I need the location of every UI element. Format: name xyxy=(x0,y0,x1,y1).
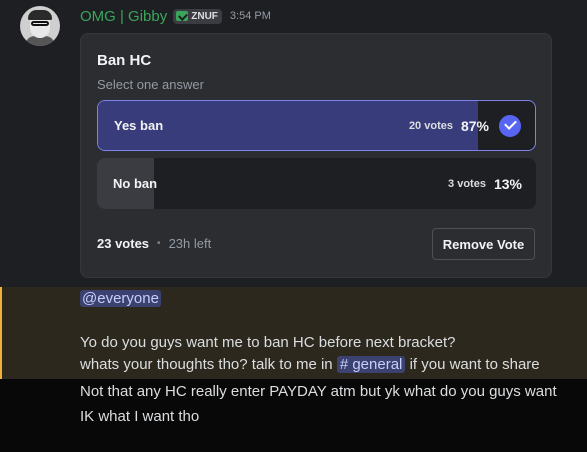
everyone-mention[interactable]: @everyone xyxy=(80,290,161,307)
message-header: OMG | Gibby ZNUF 3:54 PM xyxy=(80,7,271,25)
poll-time-left: 23h left xyxy=(168,236,212,251)
checkmark-icon xyxy=(499,114,521,137)
poll-total-votes[interactable]: 23 votes xyxy=(97,236,149,251)
poll-question: Ban HC xyxy=(97,52,152,69)
poll-answer-label: No ban xyxy=(113,176,158,191)
message-mention-line: @everyone xyxy=(80,290,161,307)
poll-answer-percent: 87% xyxy=(460,117,489,134)
leaf-icon xyxy=(176,11,189,21)
avatar[interactable] xyxy=(20,6,60,46)
message-line-1: Yo do you guys want me to ban HC before … xyxy=(80,334,456,351)
poll-answer-percent: 13% xyxy=(493,175,522,192)
poll-card: Ban HC Select one answer Yes ban 20 vote… xyxy=(80,33,552,278)
guild-tag-label: ZNUF xyxy=(191,10,218,22)
username[interactable]: OMG | Gibby xyxy=(80,8,167,25)
separator-dot: • xyxy=(157,238,161,249)
timestamp[interactable]: 3:54 PM xyxy=(230,10,271,22)
guild-tag[interactable]: ZNUF xyxy=(173,8,222,24)
poll-answer-no[interactable]: No ban 3 votes 13% xyxy=(97,158,536,209)
poll-footer: 23 votes • 23h left xyxy=(97,236,211,251)
message-line-4: IK what I want tho xyxy=(80,408,200,425)
message-line-2-prefix: whats your thoughts tho? talk to me in xyxy=(80,356,333,373)
poll-answer-label: Yes ban xyxy=(114,118,164,133)
poll-answer-yes[interactable]: Yes ban 20 votes 87% xyxy=(97,100,536,151)
message-line-2: whats your thoughts tho? talk to me in #… xyxy=(80,356,540,373)
message-line-2-suffix: if you want to share xyxy=(409,356,540,373)
poll-answer-votes: 20 votes xyxy=(408,119,453,132)
channel-mention[interactable]: # general xyxy=(336,356,406,373)
poll-answer-votes: 3 votes xyxy=(448,177,486,190)
poll-subtitle: Select one answer xyxy=(97,77,204,92)
remove-vote-button[interactable]: Remove Vote xyxy=(432,228,535,260)
message-line-3: Not that any HC really enter PAYDAY atm … xyxy=(80,383,557,400)
